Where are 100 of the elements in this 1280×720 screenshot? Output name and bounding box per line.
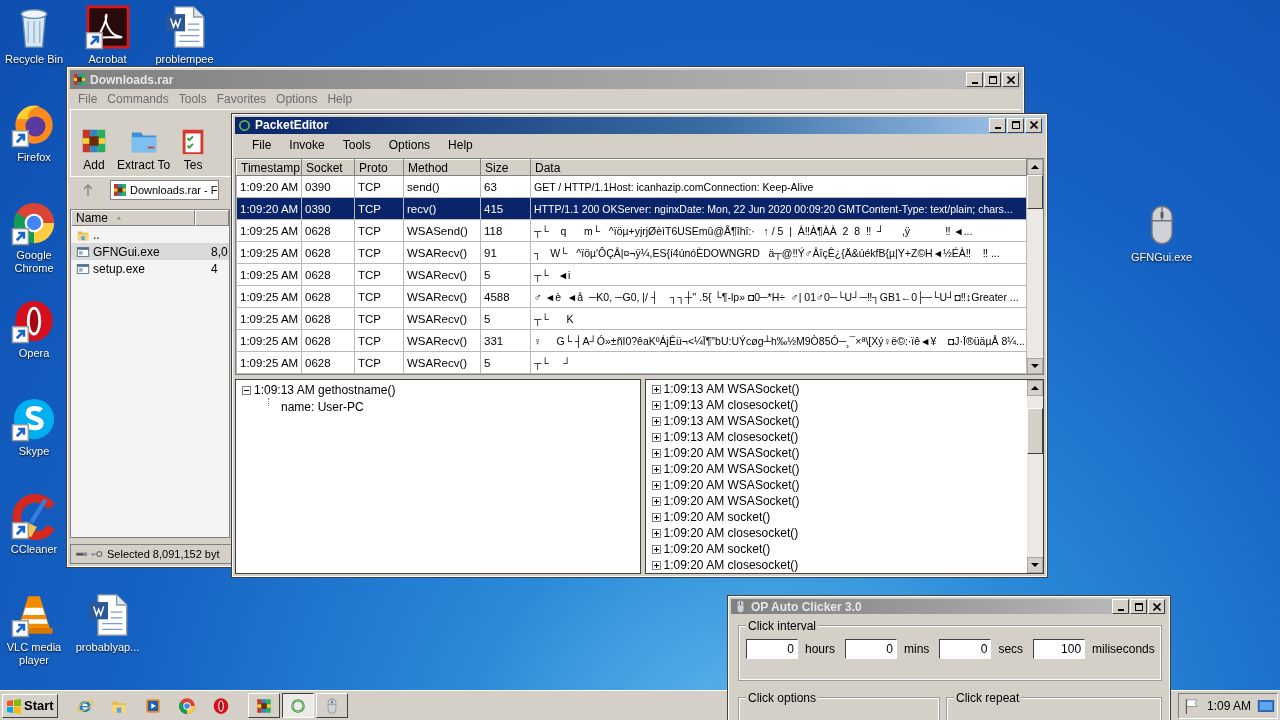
expand-icon[interactable] xyxy=(651,560,661,570)
file-row[interactable]: setup.exe 4 xyxy=(71,260,229,277)
column-header[interactable]: Timestamp xyxy=(236,159,302,176)
scroll-up-icon[interactable] xyxy=(1027,380,1043,396)
toolbar-button[interactable]: Add xyxy=(79,126,109,172)
collapse-icon[interactable] xyxy=(242,385,251,395)
table-cell: WSARecv() xyxy=(403,329,481,352)
input-field[interactable]: 0 xyxy=(939,639,992,659)
flag-icon[interactable] xyxy=(1183,696,1201,715)
browser-icon[interactable] xyxy=(11,200,57,246)
tree-item[interactable]: 1:09:20 AM WSASocket() xyxy=(663,494,800,508)
tree-item[interactable]: 1:09:20 AM WSASocket() xyxy=(663,462,800,476)
scroll-down-icon[interactable] xyxy=(1027,358,1043,374)
menu-item[interactable]: File xyxy=(243,137,281,152)
column-header[interactable] xyxy=(195,210,229,226)
tree-item[interactable]: 1:09:20 AM WSASocket() xyxy=(663,478,800,492)
toolbar-button[interactable]: Extract To xyxy=(117,126,171,172)
maximize-icon xyxy=(988,75,997,84)
tree-item[interactable]: 1:09:13 AM closesocket() xyxy=(663,398,799,412)
tree-item[interactable]: name: User-PC xyxy=(281,400,364,414)
desktop-icon-label[interactable]: GFNGui.exe xyxy=(1130,251,1193,264)
scrollbar[interactable] xyxy=(1027,159,1043,374)
unit-label: mins xyxy=(904,642,930,656)
toolbar-button[interactable]: Tes xyxy=(178,126,209,172)
menu-item[interactable]: Invoke xyxy=(280,137,334,152)
desktop-icon-label[interactable]: probablyap... xyxy=(75,641,140,654)
pdf-icon[interactable] xyxy=(84,4,131,50)
expand-icon[interactable] xyxy=(651,496,661,506)
menu-item[interactable]: Help xyxy=(439,137,482,152)
menu-item[interactable]: Tools xyxy=(333,137,380,152)
table-row[interactable]: 1:09:25 AM 0628 TCP WSASend() 118 ┬└ q m└ ^ïöµ+yjrjØèìT6USEmû@Å¶îhî:· ↑ / 5 | À‼À¶ÀÀ 2 8 ‼ ┘ ,ÿ ‼ ◄... xyxy=(236,219,1027,242)
expand-icon[interactable] xyxy=(651,528,661,538)
chat-icon[interactable] xyxy=(11,396,57,442)
input-field[interactable]: 0 xyxy=(746,639,798,659)
tree-item[interactable]: 1:09:20 AM WSASocket() xyxy=(663,446,800,460)
input-field[interactable]: 0 xyxy=(845,639,898,659)
scroll-down-icon[interactable] xyxy=(1027,557,1043,573)
expand-icon[interactable] xyxy=(651,416,661,426)
table-row[interactable]: 1:09:25 AM 0628 TCP WSARecv() 4588 ♂ ◄è ◄å ─K0, ─G0, |/ ┤ ┐┐┼'' .5{ └¶-lp» ◘0─*H÷ ♂| 01♂0─└U┘─‼┐GB1←0├─└U┘◘‼↕Greater ... xyxy=(236,285,1027,308)
desktop-icon-label[interactable]: Acrobat xyxy=(88,53,127,66)
table-row[interactable]: 1:09:20 AM 0390 TCP send() 63 GET / HTTP/1.1Host: icanhazip.comConnection: Keep-Alive xyxy=(236,175,1027,198)
desktop-icon-label[interactable]: Google Chrome xyxy=(2,249,66,275)
desktop-icon-label[interactable]: Recycle Bin xyxy=(4,53,64,66)
minimize-button[interactable] xyxy=(989,117,1006,133)
expand-icon[interactable] xyxy=(651,432,661,442)
expand-icon[interactable] xyxy=(651,544,661,554)
expand-icon[interactable] xyxy=(651,464,661,474)
table-row[interactable]: 1:09:20 AM 0390 TCP recv() 415 HTTP/1.1 200 OKServer: nginxDate: Mon, 22 Jun 2020 00:09:20 GMTContent-Type: text/plain; chars... xyxy=(236,197,1027,220)
scroll-up-icon[interactable] xyxy=(1027,159,1043,175)
browser-icon[interactable] xyxy=(211,696,230,715)
tree-item[interactable]: 1:09:13 AM WSASocket() xyxy=(663,414,800,428)
desktop-icon-label[interactable]: Firefox xyxy=(17,151,51,164)
expand-icon[interactable] xyxy=(651,480,661,490)
table-row[interactable]: 1:09:25 AM 0628 TCP WSARecv() 331 ♀ G└ ┤A┘Ó»±ñI0?êaKºÁjÊü¬<¼Ï¶"bU:UÝcøg┴h‰½M9Ò85Ó─¸¯×ª\[Xý♀ë©:·ïê◄¥ ◘J·Ï®üäµÅ 8¼... xyxy=(236,329,1027,352)
menu-item[interactable]: Options xyxy=(272,92,324,106)
input-field[interactable]: 100 xyxy=(1033,639,1086,659)
scrollbar[interactable] xyxy=(1027,380,1043,573)
scroll-thumb[interactable] xyxy=(1027,408,1043,454)
desktop-icon-label[interactable]: Opera xyxy=(18,347,50,360)
file-row[interactable]: .. xyxy=(71,226,229,243)
tree-item[interactable]: 1:09:13 AM gethostname() xyxy=(254,383,396,397)
menu-item[interactable]: Tools xyxy=(174,92,213,106)
play-icon[interactable] xyxy=(143,696,162,715)
table-row[interactable]: 1:09:25 AM 0628 TCP WSARecv() 91 ┐ W└ ^ïöµ'ÔÇÂ|¤¬ÿ¼,ES{í4únóÈDOWNGRD ä┬@‼Ý♂ÂîçÊ¿{Ä&úékfB{µ|Y+Z©H◄½ÉÀ‼ ‼ ... xyxy=(236,241,1027,264)
clock[interactable]: 1:09 AM xyxy=(1207,698,1251,713)
expand-icon[interactable] xyxy=(651,448,661,458)
expand-icon[interactable] xyxy=(651,400,661,410)
table-cell: WSASend() xyxy=(403,219,481,242)
column-header[interactable]: Socket xyxy=(301,159,355,176)
table-row[interactable]: 1:09:25 AM 0628 TCP WSARecv() 5 ┬└ ◄i xyxy=(236,263,1027,286)
broom-icon[interactable] xyxy=(11,494,57,540)
column-header[interactable]: Name xyxy=(71,210,195,226)
menu-item[interactable]: Options xyxy=(379,137,440,152)
table-row[interactable]: 1:09:25 AM 0628 TCP WSARecv() 5 ┬└ ┘ xyxy=(236,351,1027,374)
desktop-icon-label[interactable]: Skype xyxy=(18,445,50,458)
expand-icon[interactable] xyxy=(651,384,661,394)
file-row[interactable]: GFNGui.exe 8,0 xyxy=(71,243,229,260)
close-button[interactable] xyxy=(1025,117,1042,133)
desktop-icon-label[interactable]: CCleaner xyxy=(10,543,58,556)
desktop-icon-label[interactable]: problempee xyxy=(155,53,214,66)
tree-item[interactable]: 1:09:20 AM closesocket() xyxy=(663,558,799,572)
desktop-icon-label[interactable]: VLC media player xyxy=(2,641,66,667)
maximize-button[interactable] xyxy=(1007,117,1024,133)
tree-item[interactable]: 1:09:20 AM socket() xyxy=(663,510,771,524)
tree-item[interactable]: 1:09:20 AM closesocket() xyxy=(663,526,799,540)
column-header[interactable]: Method xyxy=(403,159,481,176)
table-row[interactable]: 1:09:25 AM 0628 TCP WSARecv() 5 ┬└ K xyxy=(236,307,1027,330)
table-cell: TCP xyxy=(354,175,404,198)
start-button[interactable]: Start xyxy=(2,693,58,718)
menu-item[interactable]: Commands xyxy=(103,92,175,106)
taskbar-button[interactable] xyxy=(281,693,314,718)
address-field[interactable]: Downloads.rar - F xyxy=(110,180,220,200)
tree-item[interactable]: 1:09:20 AM socket() xyxy=(663,542,771,556)
expand-icon[interactable] xyxy=(651,512,661,522)
table-cell: 0628 xyxy=(301,351,355,374)
tree-item[interactable]: 1:09:13 AM closesocket() xyxy=(663,430,799,444)
column-header[interactable]: Proto xyxy=(354,159,404,176)
table-cell: ┬└ K xyxy=(530,307,1027,330)
tree-item[interactable]: 1:09:13 AM WSASocket() xyxy=(663,382,800,396)
column-header[interactable]: Size xyxy=(480,159,531,176)
